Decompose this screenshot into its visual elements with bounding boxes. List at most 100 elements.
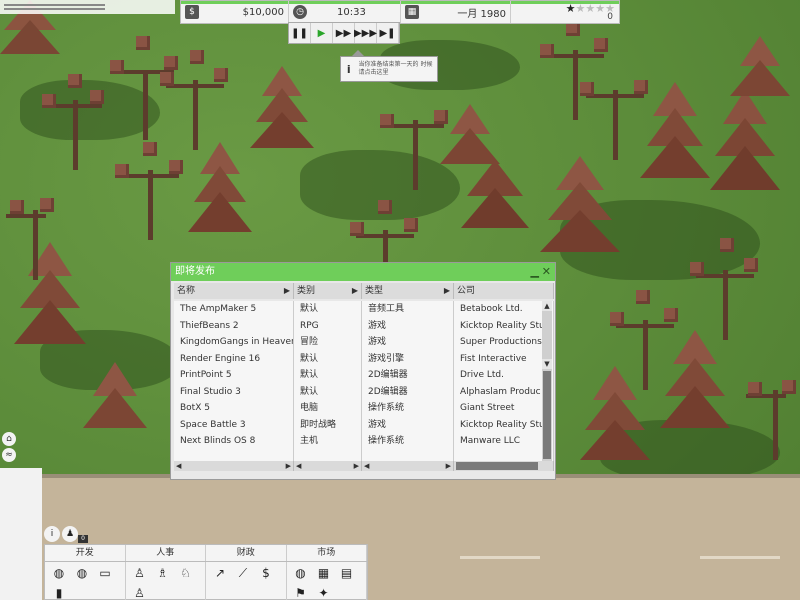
grid-icon[interactable]: ▦ <box>314 565 334 582</box>
table-cell[interactable]: 游戏 <box>362 417 453 434</box>
toolbar-tab-3[interactable]: 市场 <box>287 545 367 561</box>
table-cell[interactable]: Drive Ltd. <box>454 367 553 384</box>
line-chart-icon[interactable]: ⟋ <box>233 565 253 582</box>
play-icon[interactable]: ▶ <box>311 23 333 43</box>
table-cell[interactable]: BotX 5 <box>174 400 293 417</box>
table-cell[interactable]: Manware LLC <box>454 433 553 450</box>
pause-icon[interactable]: ❚❚ <box>289 23 311 43</box>
staff-button[interactable]: ♟ <box>62 526 78 542</box>
vertical-scrollbar[interactable]: ▲ ▼ <box>542 301 552 461</box>
house-icon[interactable]: ⌂ <box>2 432 16 446</box>
globe-icon[interactable]: ◍ <box>49 565 69 582</box>
people-icon[interactable]: ♗ <box>153 565 173 582</box>
hscroll-name[interactable]: ◀ ▶ <box>174 461 294 471</box>
dollar-icon[interactable]: $ <box>256 565 276 582</box>
newspaper-icon[interactable]: ▤ <box>337 565 357 582</box>
hud-clock[interactable]: ◷ 10:33 <box>289 1 401 23</box>
table-cell[interactable]: 2D编辑器 <box>362 384 453 401</box>
skip-icon[interactable]: ▶❚ <box>377 23 399 43</box>
table-cell[interactable]: 音频工具 <box>362 301 453 318</box>
group-icon[interactable]: ♘ <box>176 565 196 582</box>
table-cell[interactable]: 主机 <box>294 433 361 450</box>
award-icon[interactable]: ✦ <box>314 585 334 600</box>
hud-date[interactable]: ▦ 一月 1980 <box>401 1 511 23</box>
hscroll-category[interactable]: ◀ ▶ <box>294 461 362 471</box>
table-cell[interactable]: Giant Street <box>454 400 553 417</box>
person-add-icon[interactable]: ♙ <box>130 585 150 600</box>
hud-left-line <box>4 4 105 6</box>
column-header-type[interactable]: 类型 ▶ <box>362 283 454 299</box>
horizontal-scrollbars[interactable]: ◀▶◀▶◀▶◀ <box>174 461 554 471</box>
table-cell[interactable]: Render Engine 16 <box>174 351 293 368</box>
table-cell[interactable]: 默认 <box>294 367 361 384</box>
hscroll-company[interactable]: ◀ <box>454 461 554 471</box>
column-header-category[interactable]: 类别 ▶ <box>294 283 362 299</box>
table-cell[interactable]: ThiefBeans 2 <box>174 318 293 335</box>
scroll-right-icon[interactable]: ▶ <box>354 461 359 471</box>
window-titlebar[interactable]: 即将发布 ▁ ✕ <box>171 263 555 281</box>
table-cell[interactable]: RPG <box>294 318 361 335</box>
sort-arrow-icon[interactable]: ▶ <box>352 283 358 299</box>
star-icon: ★ <box>575 2 586 15</box>
table-cell[interactable]: Kicktop Reality Stu <box>454 318 553 335</box>
hud-money[interactable]: $ $10,000 <box>181 1 289 23</box>
sort-arrow-icon[interactable]: ▶ <box>444 283 450 299</box>
server-icon[interactable]: ▮ <box>49 585 69 600</box>
hscroll-type[interactable]: ◀ ▶ <box>362 461 454 471</box>
column-header-label: 类别 <box>297 286 316 296</box>
table-cell[interactable]: Betabook Ltd. <box>454 301 553 318</box>
world-icon[interactable]: ◍ <box>291 565 311 582</box>
table-cell[interactable]: 默认 <box>294 301 361 318</box>
tooltip-text: 当你准备结束第一天的 时候请点击这里 <box>358 61 433 76</box>
scroll-left-icon[interactable]: ◀ <box>364 461 369 471</box>
table-cell[interactable]: Kicktop Reality Stu <box>454 417 553 434</box>
globe-icon[interactable]: ◍ <box>72 565 92 582</box>
table-cell[interactable]: Super Productions <box>454 334 553 351</box>
star-icon: ★ <box>585 2 596 15</box>
flag-icon[interactable]: ⚑ <box>291 585 311 600</box>
table-cell[interactable]: 默认 <box>294 384 361 401</box>
table-cell[interactable]: 游戏 <box>362 318 453 335</box>
person-icon[interactable]: ♙ <box>130 565 150 582</box>
table-cell[interactable]: 电脑 <box>294 400 361 417</box>
table-cell[interactable]: 游戏引擎 <box>362 351 453 368</box>
chart-icon[interactable]: ≈ <box>2 448 16 462</box>
hscroll-thumb[interactable] <box>456 462 538 470</box>
scroll-down-icon[interactable]: ▼ <box>542 359 552 369</box>
table-cell[interactable]: Next Blinds OS 8 <box>174 433 293 450</box>
table-cell[interactable]: Alphaslam Produc <box>454 384 553 401</box>
minimize-icon[interactable]: ▁ <box>531 263 539 281</box>
table-cell[interactable]: The AmpMaker 5 <box>174 301 293 318</box>
scroll-right-icon[interactable]: ▶ <box>286 461 291 471</box>
info-button[interactable]: i <box>44 526 60 542</box>
table-cell[interactable]: 操作系统 <box>362 400 453 417</box>
scroll-left-icon[interactable]: ◀ <box>176 461 181 471</box>
scroll-right-icon[interactable]: ▶ <box>446 461 451 471</box>
close-icon[interactable]: ✕ <box>542 263 551 281</box>
table-cell[interactable]: 2D编辑器 <box>362 367 453 384</box>
column-header-name[interactable]: 名称 ▶ <box>174 283 294 299</box>
table-cell[interactable]: 冒险 <box>294 334 361 351</box>
table-cell[interactable]: Final Studio 3 <box>174 384 293 401</box>
table-cell[interactable]: 操作系统 <box>362 433 453 450</box>
table-cell[interactable]: KingdomGangs in Heaven <box>174 334 293 351</box>
table-cell[interactable]: PrintPoint 5 <box>174 367 293 384</box>
column-header-company[interactable]: 公司 <box>454 283 554 299</box>
toolbar-tab-1[interactable]: 人事 <box>126 545 206 561</box>
scroll-up-icon[interactable]: ▲ <box>542 301 552 311</box>
table-cell[interactable]: Space Battle 3 <box>174 417 293 434</box>
sort-arrow-icon[interactable]: ▶ <box>284 283 290 299</box>
table-cell[interactable]: 游戏 <box>362 334 453 351</box>
computer-icon[interactable]: ▭ <box>95 565 115 582</box>
toolbar-tab-0[interactable]: 开发 <box>45 545 126 561</box>
faster-forward-icon[interactable]: ▶▶▶ <box>354 23 377 43</box>
hud-rating[interactable]: ★★★★★ 0 <box>511 1 619 23</box>
scroll-thumb[interactable] <box>543 371 551 459</box>
table-cell[interactable]: 即时战略 <box>294 417 361 434</box>
trend-up-icon[interactable]: ↗ <box>210 565 230 582</box>
table-cell[interactable]: 默认 <box>294 351 361 368</box>
scroll-left-icon[interactable]: ◀ <box>296 461 301 471</box>
table-cell[interactable]: Fist Interactive <box>454 351 553 368</box>
fast-forward-icon[interactable]: ▶▶ <box>333 23 355 43</box>
toolbar-tab-2[interactable]: 财政 <box>206 545 287 561</box>
